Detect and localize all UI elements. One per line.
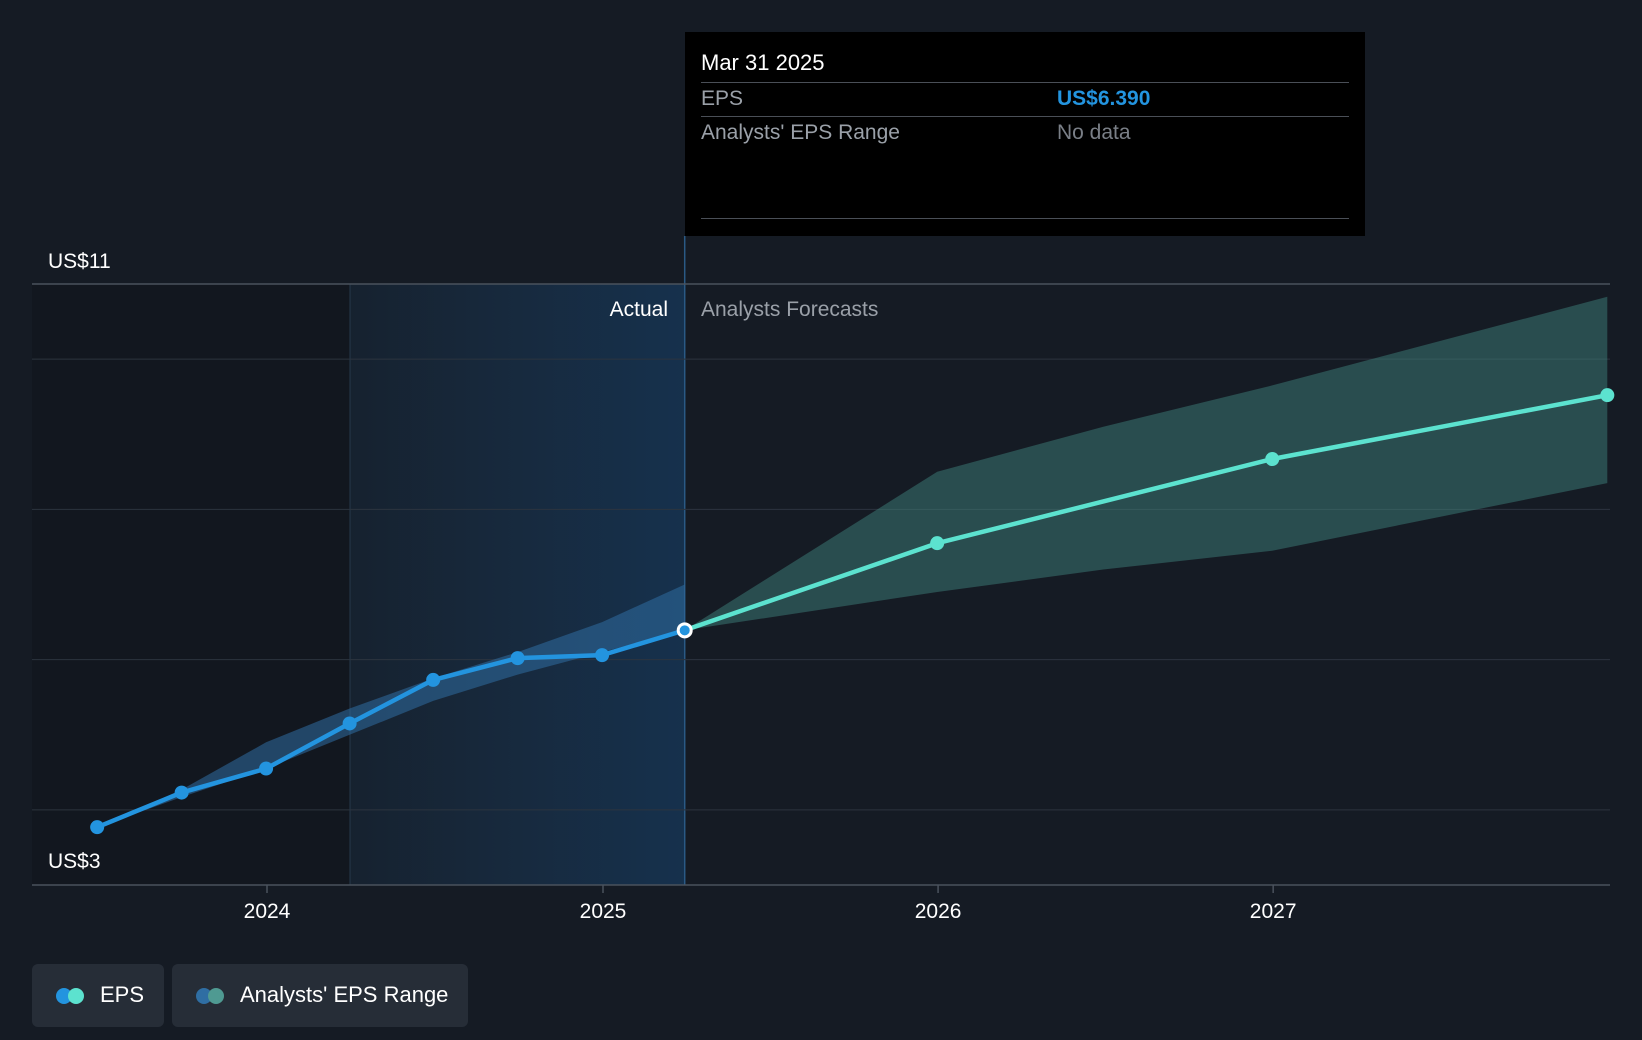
tooltip-range-value: No data: [1057, 121, 1131, 144]
x-axis-tick-label: 2026: [915, 900, 962, 923]
forecast-section-label: Analysts Forecasts: [701, 298, 878, 321]
legend-item-eps[interactable]: EPS: [32, 964, 164, 1027]
eps-point-forecast: [1600, 388, 1615, 403]
plot-past-background: [32, 284, 350, 885]
legend-range-label: Analysts' EPS Range: [240, 982, 449, 1007]
eps-point-actual: [426, 672, 441, 687]
x-axis-tick-label: 2025: [580, 900, 627, 923]
eps-point-actual: [510, 651, 525, 666]
x-axis-tick-label: 2027: [1250, 900, 1297, 923]
legend-eps-label: EPS: [100, 982, 145, 1007]
hover-tooltip: Mar 31 2025 EPS US$6.390 Analysts' EPS R…: [685, 32, 1365, 236]
eps-dot-icon: [68, 988, 84, 1004]
eps-point-actual: [259, 761, 274, 776]
eps-point-actual: [595, 648, 610, 663]
tooltip-divider: [701, 218, 1349, 219]
eps-point-forecast: [930, 536, 945, 551]
eps-point-forecast: [1265, 452, 1280, 467]
tooltip-divider: [701, 82, 1349, 83]
eps-legend-icon: [56, 988, 86, 1004]
range-legend-icon: [196, 988, 226, 1004]
tooltip-eps-label: EPS: [701, 87, 744, 110]
eps-point-actual: [174, 785, 189, 800]
tooltip-range-label: Analysts' EPS Range: [701, 121, 900, 144]
legend-item-eps-range[interactable]: Analysts' EPS Range: [172, 964, 468, 1027]
tooltip-date: Mar 31 2025: [701, 50, 825, 75]
eps-point-actual: [90, 820, 105, 835]
y-axis-bottom-label: US$3: [48, 850, 101, 873]
eps-point-actual: [342, 716, 357, 731]
x-axis-tick-label: 2024: [244, 900, 291, 923]
y-axis-top-label: US$11: [48, 250, 111, 273]
eps-point-highlight: [679, 625, 690, 636]
tooltip-divider: [701, 116, 1349, 117]
actual-section-label: Actual: [610, 298, 668, 321]
range-dot-icon: [208, 988, 224, 1004]
actual-region-background: [350, 284, 685, 885]
tooltip-eps-value: US$6.390: [1057, 87, 1151, 110]
